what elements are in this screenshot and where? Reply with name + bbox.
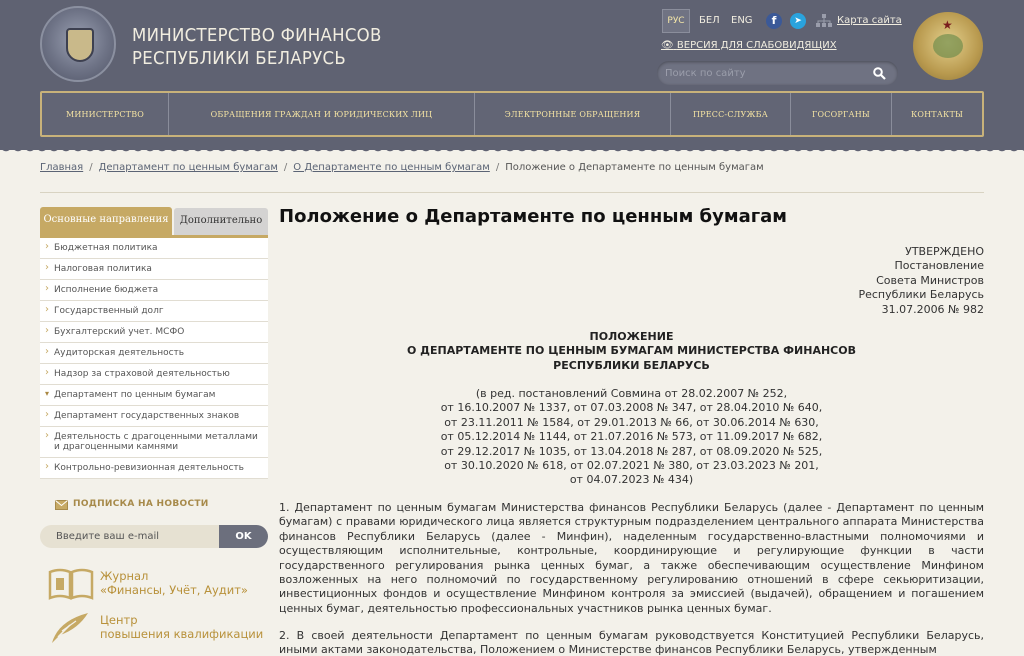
breadcrumb-about[interactable]: О Департаменте по ценным бумагам [293,162,490,173]
sidebar-item-state-signs[interactable]: Департамент государственных знаков [40,406,268,427]
sitemap-link[interactable]: Карта сайта [837,15,902,26]
nav-e-appeals[interactable]: ЭЛЕКТРОННЫЕ ОБРАЩЕНИЯ [475,93,671,135]
site-header: МИНИСТЕРСТВО ФИНАНСОВ РЕСПУБЛИКИ БЕЛАРУС… [0,0,1024,156]
title-line-1: МИНИСТЕРСТВО ФИНАНСОВ [132,25,382,46]
sidebar-item-control-audit[interactable]: Контрольно-ревизионная деятельность [40,458,268,479]
sidebar-item-insurance[interactable]: Надзор за страховой деятельностью [40,364,268,385]
approval-block: УТВЕРЖДЕНО Постановление Совета Министро… [858,245,984,316]
facebook-icon[interactable]: f [766,13,782,29]
center-title-2: повышения квалификации [100,627,264,641]
sidebar-item-public-debt[interactable]: Государственный долг [40,301,268,322]
lang-en[interactable]: ENG [731,15,753,26]
training-center-link[interactable]: Центр повышения квалификации [48,611,278,647]
nav-press[interactable]: ПРЕСС-СЛУЖБА [671,93,791,135]
ministry-title[interactable]: МИНИСТЕРСТВО ФИНАНСОВ РЕСПУБЛИКИ БЕЛАРУС… [132,24,382,70]
sidebar-item-audit[interactable]: Аудиторская деятельность [40,343,268,364]
nav-citizen-appeals[interactable]: ОБРАЩЕНИЯ ГРАЖДАН И ЮРИДИЧЕСКИХ ЛИЦ [169,93,475,135]
breadcrumb-dept[interactable]: Департамент по ценным бумагам [99,162,278,173]
book-icon [48,568,94,600]
quill-icon [52,613,88,643]
nav-ministry[interactable]: МИНИСТЕРСТВО [42,93,169,135]
breadcrumb-home[interactable]: Главная [40,162,83,173]
sidebar-item-securities[interactable]: Департамент по ценным бумагам [40,385,268,406]
email-field[interactable] [40,525,220,548]
subscribe-ok-button[interactable]: OK [219,525,268,548]
divider [40,192,984,193]
tab-main-directions[interactable]: Основные направления [40,207,172,235]
sidebar-item-budget-execution[interactable]: Исполнение бюджета [40,280,268,301]
tab-additional[interactable]: Дополнительно [174,208,268,235]
sidebar-tabs: Основные направления Дополнительно [40,207,268,235]
lang-be[interactable]: БЕЛ [699,15,720,26]
breadcrumb-current: Положение о Департаменте по ценным бумаг… [505,162,764,173]
subscribe-label: ПОДПИСКА НА НОВОСТИ [73,499,209,509]
search-input[interactable] [665,64,865,82]
revisions-list: (в ред. постановлений Совмина от 28.02.2… [440,387,823,487]
coat-of-arms-icon: ★ [913,12,983,80]
sidebar-item-tax-policy[interactable]: Налоговая политика [40,259,268,280]
journal-link[interactable]: Журнал «Финансы, Учёт, Аудит» [48,566,268,602]
sidebar-item-budget-policy[interactable]: Бюджетная политика [40,238,268,259]
breadcrumb: Главная / Департамент по ценным бумагам / О … [40,162,764,173]
title-line-2: РЕСПУБЛИКИ БЕЛАРУСЬ [132,48,347,69]
mail-icon [55,500,68,510]
eye-icon: 👁 [661,40,674,51]
ministry-emblem-icon[interactable] [40,6,116,82]
paragraph-1: 1. Департамент по ценным бумагам Министе… [279,501,984,615]
sidebar-item-accounting[interactable]: Бухгалтерский учет. МСФО [40,322,268,343]
sitemap-icon[interactable] [816,14,832,27]
journal-title-2: «Финансы, Учёт, Аудит» [100,583,248,597]
lang-ru[interactable]: РУС [662,9,690,33]
document-title: ПОЛОЖЕНИЕ О ДЕПАРТАМЕНТЕ ПО ЦЕННЫМ БУМАГ… [407,330,856,372]
low-vision-label: ВЕРСИЯ ДЛЯ СЛАБОВИДЯЩИХ [676,40,837,51]
nav-gov-bodies[interactable]: ГОСОРГАНЫ [791,93,892,135]
main-nav: МИНИСТЕРСТВО ОБРАЩЕНИЯ ГРАЖДАН И ЮРИДИЧЕ… [40,91,984,137]
center-title-1: Центр [100,613,138,627]
search-icon[interactable] [873,67,886,80]
search-box [657,61,898,85]
sidebar-menu: Бюджетная политика Налоговая политика Ис… [40,235,268,479]
page-title: Положение о Департаменте по ценным бумаг… [279,206,787,227]
sidebar-item-precious-metals[interactable]: Деятельность с драгоценными металлами и … [40,427,268,458]
telegram-icon[interactable]: ➤ [790,13,806,29]
nav-contacts[interactable]: КОНТАКТЫ [892,93,982,135]
paragraph-2: 2. В своей деятельности Департамент по ц… [279,629,984,656]
low-vision-link[interactable]: 👁 ВЕРСИЯ ДЛЯ СЛАБОВИДЯЩИХ [661,40,837,51]
journal-title-1: Журнал [100,569,149,583]
